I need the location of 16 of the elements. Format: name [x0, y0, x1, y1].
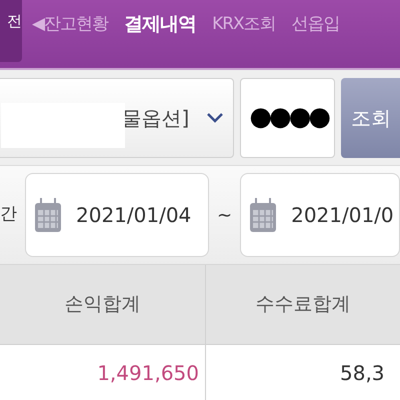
- range-separator: ~: [217, 204, 232, 228]
- chevron-icon: [207, 112, 224, 122]
- tab[interactable]: 결제내역: [124, 10, 196, 38]
- back-button[interactable]: 전: [0, 0, 22, 62]
- select-value: 물옵션]: [122, 104, 190, 132]
- table-cell-text: 1,491,650: [97, 360, 199, 386]
- date-field[interactable]: 2021/01/04: [25, 173, 209, 257]
- period-label: 간: [0, 203, 17, 226]
- calendar-icon: [249, 197, 278, 233]
- calendar-icon: [34, 197, 62, 233]
- date-field[interactable]: 2021/01/0: [240, 173, 400, 257]
- password-field[interactable]: ●●●●: [240, 78, 336, 158]
- account-select[interactable]: 물옵션]: [0, 78, 234, 158]
- column-header: 수수료합계: [256, 292, 350, 318]
- column-header: 손익합계: [64, 292, 140, 318]
- table-cell-text: 58,3: [340, 360, 385, 386]
